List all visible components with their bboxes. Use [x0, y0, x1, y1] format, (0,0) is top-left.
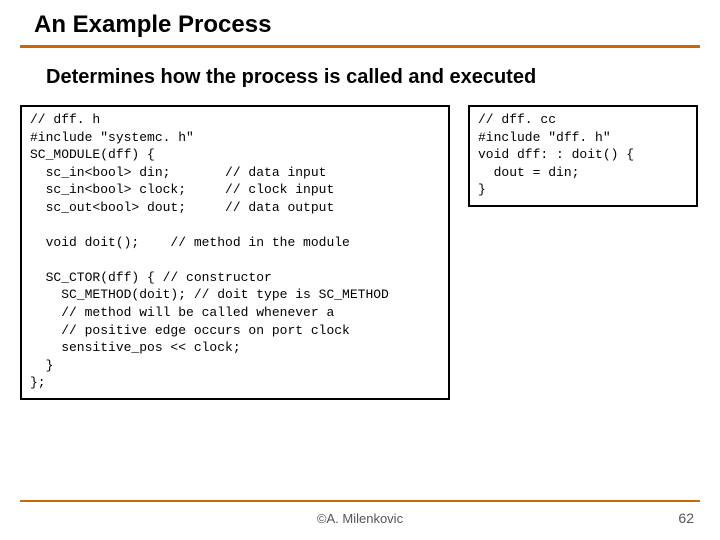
page-number: 62: [678, 510, 694, 526]
subtitle: Determines how the process is called and…: [46, 66, 700, 89]
code-right: // dff. cc #include "dff. h" void dff: :…: [478, 111, 688, 199]
footer-author: ©A. Milenkovic: [0, 511, 720, 526]
code-box-right: // dff. cc #include "dff. h" void dff: :…: [468, 105, 698, 207]
slide: An Example Process Determines how the pr…: [0, 0, 720, 540]
footer-rule: [20, 500, 700, 502]
code-box-left: // dff. h #include "systemc. h" SC_MODUL…: [20, 105, 450, 400]
code-area: // dff. h #include "systemc. h" SC_MODUL…: [20, 105, 700, 400]
title-rule: [20, 45, 700, 48]
code-left: // dff. h #include "systemc. h" SC_MODUL…: [30, 111, 440, 392]
page-title: An Example Process: [34, 11, 700, 39]
